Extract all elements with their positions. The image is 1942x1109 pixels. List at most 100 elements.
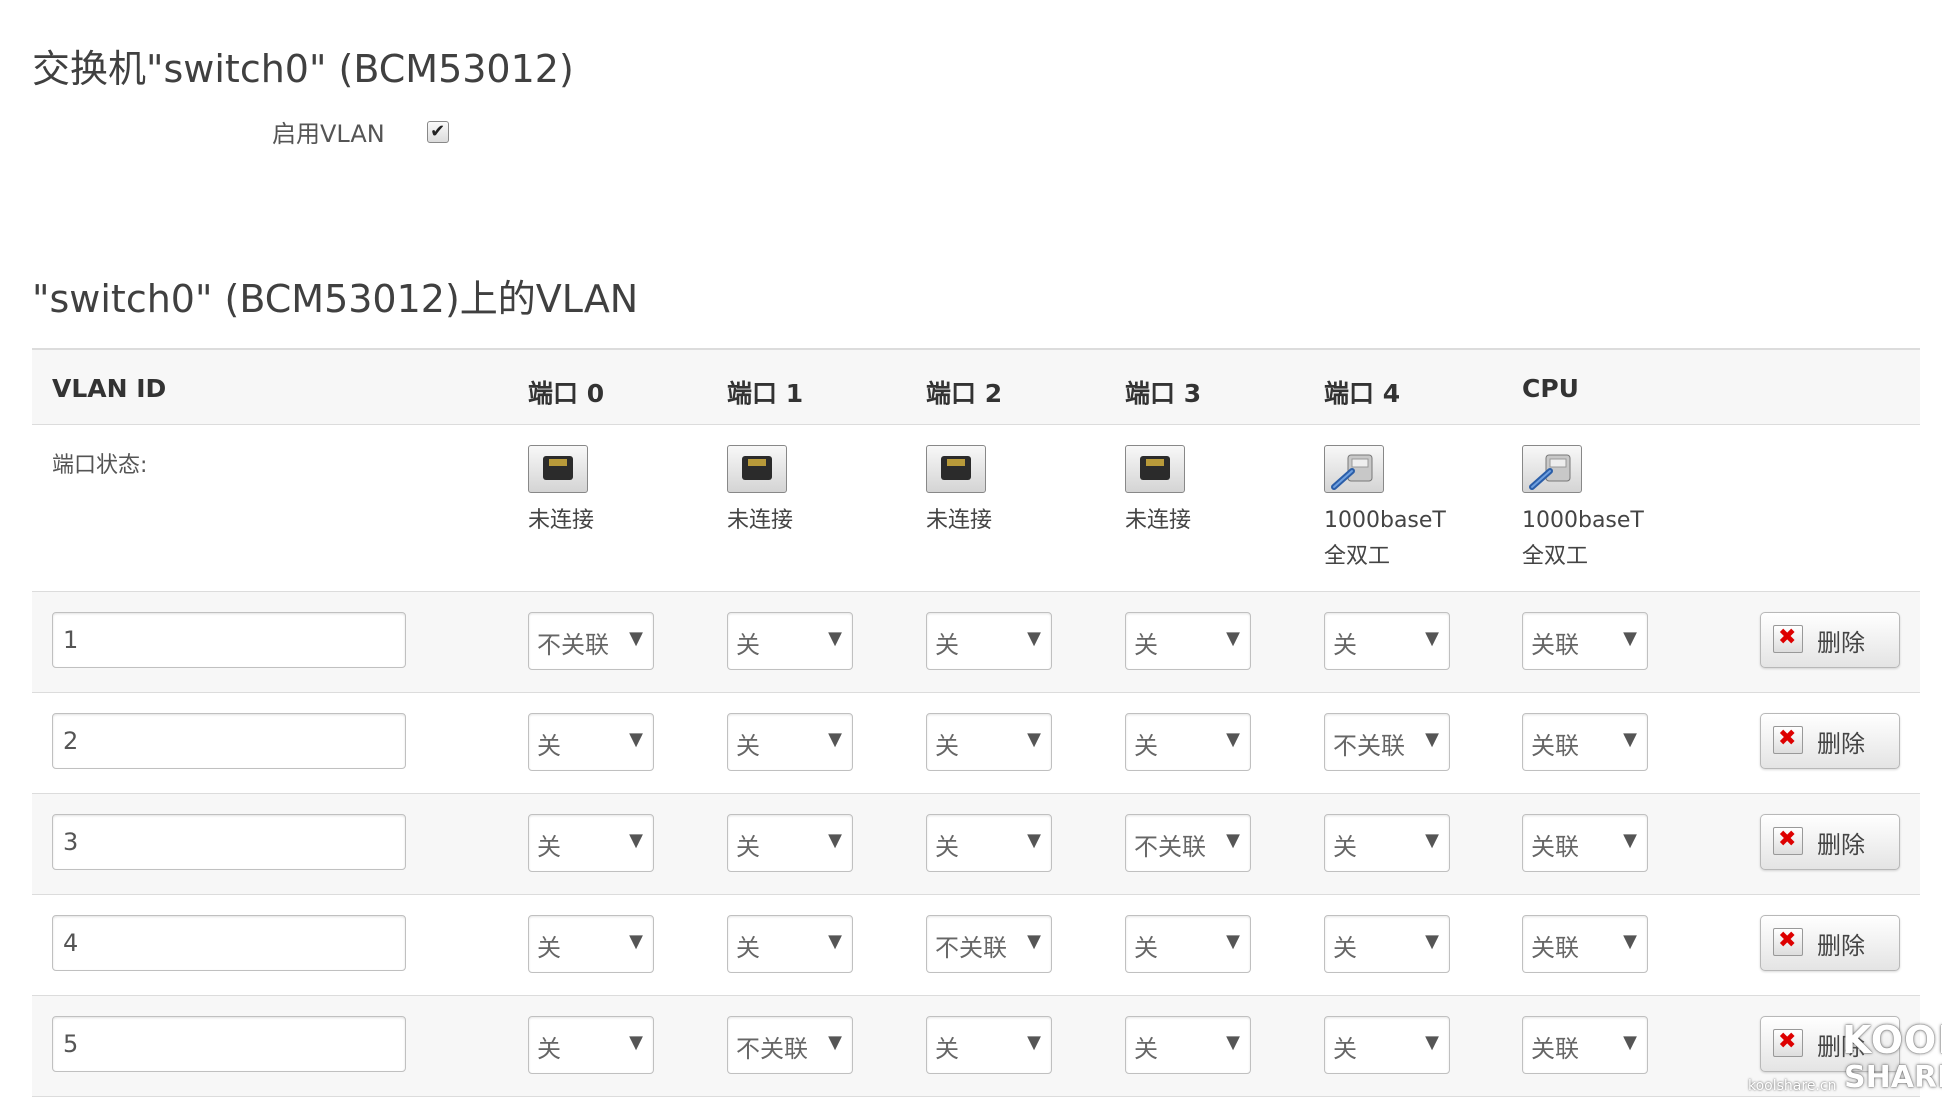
- cpu-select[interactable]: 关联 ▼: [1522, 612, 1648, 670]
- cpu-select[interactable]: 关联 ▼: [1522, 915, 1648, 973]
- vlan-id-input[interactable]: [52, 713, 406, 769]
- dropdown-arrow-icon: ▼: [629, 830, 643, 851]
- cpu-select[interactable]: 关联 ▼: [1522, 1016, 1648, 1074]
- port-status-text: 1000baseT 全双工: [1324, 508, 1446, 569]
- port-0-select[interactable]: 关 ▼: [528, 915, 654, 973]
- vlan-id-input[interactable]: [52, 915, 406, 971]
- select-value: 不关联: [935, 934, 1007, 962]
- port-1-select[interactable]: 关 ▼: [727, 612, 853, 670]
- dropdown-arrow-icon: ▼: [629, 628, 643, 649]
- port-3-select[interactable]: 关 ▼: [1125, 1016, 1251, 1074]
- dropdown-arrow-icon: ▼: [1027, 931, 1041, 952]
- delete-icon: ✖: [1773, 726, 1803, 754]
- select-value: 关: [1333, 934, 1357, 962]
- select-value: 关: [736, 732, 760, 760]
- port-2-select[interactable]: 关 ▼: [926, 1016, 1052, 1074]
- vlan-id-input[interactable]: [52, 1016, 406, 1072]
- port-status-cpu: 1000baseT 全双工: [1522, 445, 1702, 575]
- delete-button[interactable]: ✖ 删除: [1760, 814, 1900, 870]
- port-status-text: 未连接: [727, 508, 794, 533]
- port-2-select[interactable]: 关 ▼: [926, 814, 1052, 872]
- enable-vlan-label: 启用VLAN: [272, 120, 385, 148]
- delete-label: 删除: [1817, 932, 1865, 960]
- col-cpu: CPU: [1522, 374, 1579, 403]
- switch-title: 交换机"switch0" (BCM53012): [32, 47, 574, 91]
- select-value: 关: [1333, 833, 1357, 861]
- port-disconnected-icon: [727, 445, 787, 493]
- port-status-text: 未连接: [1125, 508, 1192, 533]
- dropdown-arrow-icon: ▼: [1027, 1032, 1041, 1053]
- dropdown-arrow-icon: ▼: [1425, 628, 1439, 649]
- port-0-select[interactable]: 关 ▼: [528, 713, 654, 771]
- select-value: 关: [935, 732, 959, 760]
- port-4-select[interactable]: 关 ▼: [1324, 915, 1450, 973]
- vlan-row: 关▼关▼不关联▼关▼关▼关联▼✖删除: [32, 895, 1920, 996]
- dropdown-arrow-icon: ▼: [1027, 830, 1041, 851]
- select-value: 关: [1333, 631, 1357, 659]
- port-0-select[interactable]: 关 ▼: [528, 1016, 654, 1074]
- enable-vlan-row: 启用VLAN ✔: [272, 114, 449, 149]
- select-value: 关联: [1531, 732, 1579, 760]
- port-connected-icon: [1324, 445, 1384, 493]
- delete-button[interactable]: ✖ 删除: [1760, 915, 1900, 971]
- cpu-select[interactable]: 关联 ▼: [1522, 713, 1648, 771]
- port-1-select[interactable]: 不关联 ▼: [727, 1016, 853, 1074]
- port-0-select[interactable]: 关 ▼: [528, 814, 654, 872]
- port-connected-icon: [1522, 445, 1582, 493]
- select-value: 关: [935, 833, 959, 861]
- enable-vlan-checkbox[interactable]: ✔: [426, 120, 449, 143]
- port-3-select[interactable]: 关 ▼: [1125, 713, 1251, 771]
- port-4-select[interactable]: 关 ▼: [1324, 612, 1450, 670]
- select-value: 关: [935, 1035, 959, 1063]
- delete-button[interactable]: ✖ 删除: [1760, 713, 1900, 769]
- dropdown-arrow-icon: ▼: [828, 830, 842, 851]
- cpu-select[interactable]: 关联 ▼: [1522, 814, 1648, 872]
- port-status-text: 未连接: [926, 508, 993, 533]
- select-value: 关: [736, 934, 760, 962]
- port-1-select[interactable]: 关 ▼: [727, 915, 853, 973]
- select-value: 不关联: [1134, 833, 1206, 861]
- dropdown-arrow-icon: ▼: [1027, 729, 1041, 750]
- dropdown-arrow-icon: ▼: [1226, 931, 1240, 952]
- port-3-select[interactable]: 不关联 ▼: [1125, 814, 1251, 872]
- dropdown-arrow-icon: ▼: [1623, 729, 1637, 750]
- select-value: 关: [537, 934, 561, 962]
- port-status-label: 端口状态:: [52, 453, 148, 478]
- select-value: 关: [1134, 732, 1158, 760]
- delete-label: 删除: [1817, 831, 1865, 859]
- dropdown-arrow-icon: ▼: [1425, 830, 1439, 851]
- dropdown-arrow-icon: ▼: [1425, 729, 1439, 750]
- port-4-select[interactable]: 不关联 ▼: [1324, 713, 1450, 771]
- vlan-id-input[interactable]: [52, 814, 406, 870]
- port-2-select[interactable]: 关 ▼: [926, 612, 1052, 670]
- select-value: 关: [935, 631, 959, 659]
- select-value: 关: [537, 732, 561, 760]
- port-2-select[interactable]: 不关联 ▼: [926, 915, 1052, 973]
- select-value: 关: [1134, 1035, 1158, 1063]
- vlan-id-input[interactable]: [52, 612, 406, 668]
- port-4-select[interactable]: 关 ▼: [1324, 1016, 1450, 1074]
- port-disconnected-icon: [1125, 445, 1185, 493]
- port-2-select[interactable]: 关 ▼: [926, 713, 1052, 771]
- dropdown-arrow-icon: ▼: [828, 1032, 842, 1053]
- port-3-select[interactable]: 关 ▼: [1125, 612, 1251, 670]
- port-1-select[interactable]: 关 ▼: [727, 814, 853, 872]
- select-value: 关: [736, 631, 760, 659]
- dropdown-arrow-icon: ▼: [1226, 830, 1240, 851]
- select-value: 不关联: [736, 1035, 808, 1063]
- col-port-2: 端口 2: [926, 379, 1003, 408]
- port-1-select[interactable]: 关 ▼: [727, 713, 853, 771]
- port-3-select[interactable]: 关 ▼: [1125, 915, 1251, 973]
- port-4-select[interactable]: 关 ▼: [1324, 814, 1450, 872]
- dropdown-arrow-icon: ▼: [1623, 830, 1637, 851]
- col-port-3: 端口 3: [1125, 379, 1202, 408]
- port-disconnected-icon: [528, 445, 588, 493]
- delete-icon: ✖: [1773, 827, 1803, 855]
- port-0-select[interactable]: 不关联 ▼: [528, 612, 654, 670]
- delete-button[interactable]: ✖ 删除: [1760, 612, 1900, 668]
- select-value: 关: [537, 1035, 561, 1063]
- select-value: 关: [537, 833, 561, 861]
- select-value: 关: [1333, 1035, 1357, 1063]
- port-status-text: 未连接: [528, 508, 595, 533]
- dropdown-arrow-icon: ▼: [1226, 729, 1240, 750]
